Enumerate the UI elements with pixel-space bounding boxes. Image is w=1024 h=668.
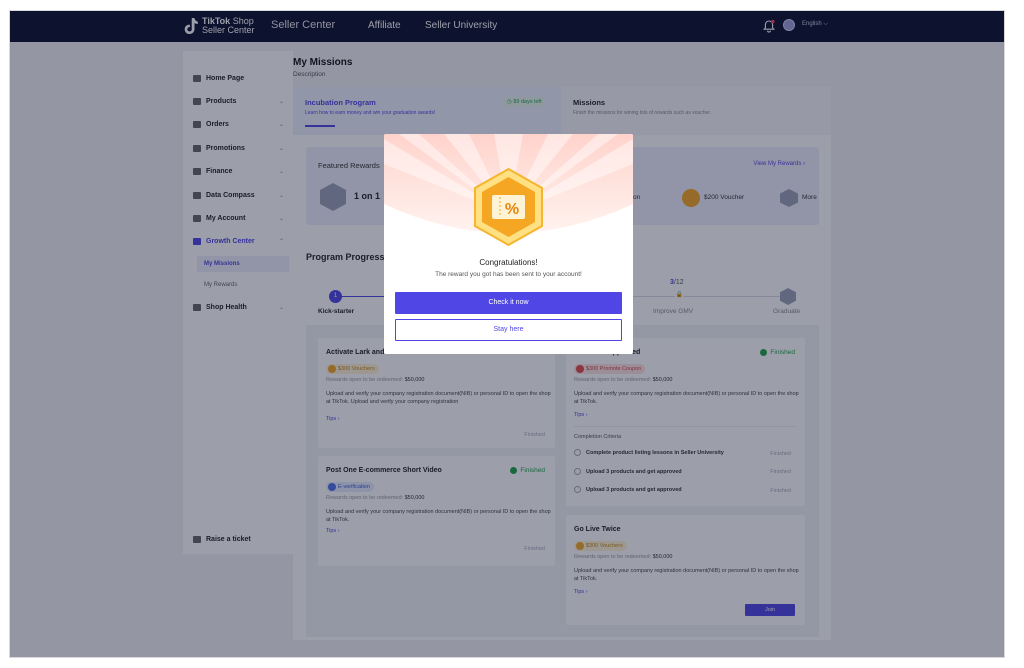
voucher-percent-badge-icon: % <box>474 167 543 247</box>
stay-here-button[interactable]: Stay here <box>395 319 622 341</box>
modal-title: Congratulations! <box>479 258 538 267</box>
check-it-now-button[interactable]: Check it now <box>395 292 622 314</box>
congratulations-modal: % Congratulations! The reward you got ha… <box>384 134 633 354</box>
app-window: TikTok Shop Seller Center Seller Center … <box>9 10 1005 658</box>
modal-message: The reward you got has been sent to your… <box>435 271 582 278</box>
percent-symbol: % <box>505 201 519 218</box>
